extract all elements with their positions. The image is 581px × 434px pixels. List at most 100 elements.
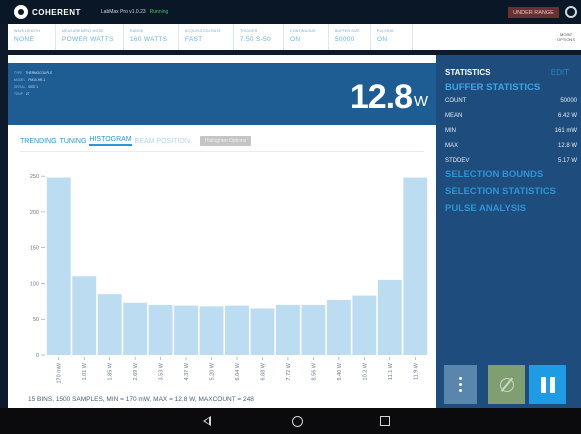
pause-button[interactable]	[529, 365, 566, 404]
histogram-options-button[interactable]: Histogram Options	[199, 136, 252, 146]
more-options-button[interactable]: MORE OPTIONS	[551, 24, 581, 50]
setting-acquisition-rate[interactable]: Acquisition Rate FAST	[179, 24, 234, 50]
histogram-bar[interactable]	[326, 299, 351, 355]
histogram-bar[interactable]	[377, 279, 402, 355]
selection-bounds-heading[interactable]: SELECTION BOUNDS	[445, 169, 543, 180]
stat-label: STDDEV	[445, 158, 470, 164]
y-axis: 0 50 100 150 200 250	[30, 174, 45, 359]
x-tick-label: 10.2 W	[362, 362, 368, 380]
y-tick-label: 0	[36, 353, 39, 359]
histogram-bar[interactable]	[225, 305, 249, 355]
brand-name: COHERENT	[32, 7, 81, 17]
histogram-bar[interactable]	[97, 294, 122, 355]
histogram-bar[interactable]	[72, 276, 97, 355]
x-tick-label: 2.69 W	[133, 362, 139, 380]
setting-value: 7.50 S-50	[240, 36, 271, 43]
back-icon[interactable]	[203, 416, 211, 426]
stat-row: STDDEV 5.17 W	[445, 158, 581, 164]
more-actions-button[interactable]	[444, 365, 477, 404]
setting-pulsing[interactable]: Pulsing ON	[371, 24, 413, 50]
x-tick-label: 5.20 W	[210, 362, 216, 380]
sensor-info-value: PM10-HR-1	[28, 78, 46, 82]
histogram-bars	[46, 177, 428, 356]
readout-area: TYPE THERMOCOUPLE MODEL PM10-HR-1 SERIAL 00…	[8, 63, 436, 125]
histogram-bar[interactable]	[352, 295, 377, 355]
setting-wavelength[interactable]: Wavelength NONE	[8, 24, 56, 50]
pause-icon	[540, 376, 546, 393]
selection-statistics-heading[interactable]: SELECTION STATISTICS	[445, 186, 556, 197]
stat-value: 6.42 W	[557, 113, 577, 119]
x-tick-label: 11.1 W	[388, 362, 394, 380]
setting-label: Wavelength	[14, 29, 41, 33]
x-tick-label: 6.04 W	[235, 362, 241, 380]
stat-label: MEAN	[445, 113, 463, 119]
zero-button[interactable]	[488, 365, 525, 404]
view-tabs: TRENDING TUNING HISTOGRAM BEAM POSITION …	[20, 134, 252, 148]
sensor-info-key: TEMP	[14, 92, 23, 96]
setting-range[interactable]: Range 160 WATTS	[124, 24, 179, 50]
setting-buffer-size[interactable]: Buffer Size 50000	[329, 24, 371, 50]
sensor-info-value: THERMOCOUPLE	[25, 71, 53, 75]
setting-label: Buffer Size	[335, 29, 360, 33]
setting-value: ON	[290, 36, 301, 43]
x-tick-label: 6.88 W	[260, 362, 266, 380]
statistics-title: STATISTICS	[445, 68, 491, 77]
sensor-info-value: 27	[25, 92, 30, 96]
app-title: LabMax Pro v1.0.23	[100, 9, 146, 15]
histogram-bar[interactable]	[123, 302, 148, 355]
setting-label: Trigger	[240, 29, 258, 33]
histogram-chart: 0 50 100 150 200 250 170 mW 1.01 W 1.85 W 2.69 W…	[28, 174, 428, 403]
histogram-bar[interactable]	[250, 308, 275, 356]
coherent-logo: COHERENT	[14, 5, 81, 19]
histogram-bar[interactable]	[403, 177, 428, 355]
top-bar: COHERENT LabMax Pro v1.0.23 Running UNDE…	[0, 0, 581, 24]
histogram-bar[interactable]	[174, 305, 198, 355]
histogram-bar[interactable]	[148, 304, 173, 355]
setting-continuous[interactable]: Continuous ON	[284, 24, 329, 50]
tab-beam-position[interactable]: BEAM POSITION	[135, 138, 190, 145]
zero-icon	[499, 377, 514, 392]
x-tick-label: 1.01 W	[82, 362, 88, 380]
setting-trigger[interactable]: Trigger 7.50 S-50	[234, 24, 284, 50]
tab-tuning[interactable]: TUNING	[60, 138, 87, 145]
sensor-info-key: SERIAL	[14, 85, 26, 89]
setting-label: Pulsing	[377, 29, 394, 33]
range-status-badge: UNDER RANGE	[508, 7, 559, 18]
setting-label: Measurement Mode	[62, 29, 104, 33]
more-vertical-icon	[459, 389, 462, 392]
stat-value: 50000	[560, 98, 577, 104]
edit-statistics-link[interactable]: EDIT	[551, 68, 569, 77]
histogram-bar[interactable]	[276, 304, 300, 355]
histogram-caption: 15 BINS, 1500 SAMPLES, MIN = 170 mW, MAX…	[28, 396, 254, 403]
run-status: Running	[149, 9, 169, 15]
home-icon[interactable]	[292, 416, 303, 427]
recent-apps-icon[interactable]	[380, 416, 390, 426]
x-tick-label: 1.85 W	[108, 362, 114, 380]
y-tick-label: 250	[30, 174, 39, 180]
histogram-bar[interactable]	[301, 304, 326, 355]
x-tick-label: 7.72 W	[286, 362, 292, 380]
sensor-info-line: SERIAL 0037 1	[14, 84, 52, 91]
pulse-analysis-heading[interactable]: PULSE ANALYSIS	[445, 203, 526, 214]
system-nav-bar	[0, 408, 581, 434]
stat-row: MIN 161 mW	[445, 128, 581, 134]
x-tick-label: 4.37 W	[184, 362, 190, 380]
sensor-info-line: TYPE THERMOCOUPLE	[14, 70, 52, 77]
y-tick-label: 200	[30, 210, 39, 216]
histogram-bar[interactable]	[199, 306, 224, 355]
sensor-info-key: TYPE	[14, 71, 23, 75]
y-tick-label: 50	[33, 317, 39, 323]
setting-measurement-mode[interactable]: Measurement Mode POWER WATTS	[56, 24, 124, 50]
sensor-info: TYPE THERMOCOUPLE MODEL PM10-HR-1 SERIAL 00…	[14, 70, 52, 98]
coherent-logo-icon	[14, 5, 28, 19]
tab-histogram[interactable]: HISTOGRAM	[89, 136, 132, 146]
power-icon[interactable]	[565, 6, 577, 18]
stat-label: MAX	[445, 143, 459, 149]
setting-value: NONE	[14, 36, 34, 43]
buffer-statistics-heading[interactable]: BUFFER STATISTICS	[445, 82, 540, 93]
measurement-panel: TYPE THERMOCOUPLE MODEL PM10-HR-1 SERIAL 00…	[8, 55, 436, 408]
histogram-bar[interactable]	[46, 177, 71, 355]
x-tick-label: 9.40 W	[337, 362, 343, 380]
tab-trending[interactable]: TRENDING	[20, 138, 57, 145]
sensor-info-key: MODEL	[14, 78, 26, 82]
